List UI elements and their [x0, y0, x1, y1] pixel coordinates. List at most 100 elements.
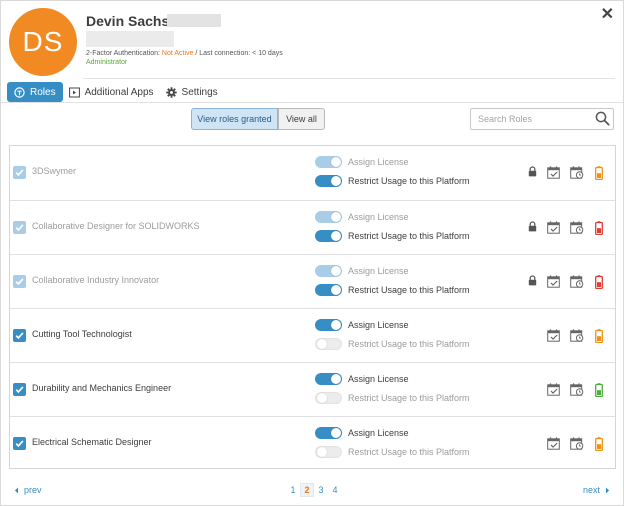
- calendar-check-icon[interactable]: [547, 166, 561, 179]
- page-link-2[interactable]: 2: [300, 483, 314, 497]
- tab-additional-apps[interactable]: Additional Apps: [63, 82, 160, 102]
- checkmark-icon: [15, 168, 24, 177]
- checkmark-icon: [15, 385, 24, 394]
- calendar-clock-icon[interactable]: [570, 275, 584, 288]
- assign-license-toggle: [315, 211, 342, 223]
- assign-license-toggle: [315, 156, 342, 168]
- calendar-clock-icon[interactable]: [570, 437, 584, 450]
- calendar-check-icon[interactable]: [547, 329, 561, 342]
- page-link-1[interactable]: 1: [286, 483, 300, 497]
- role-name: 3DSwymer: [32, 166, 77, 176]
- restrict-usage-row: Restrict Usage to this Platform: [315, 229, 470, 243]
- calendar-check-icon[interactable]: [547, 221, 561, 234]
- user-role: Administrator: [86, 59, 128, 66]
- role-row: Durability and Mechanics Engineer Assign …: [10, 362, 615, 416]
- role-name: Cutting Tool Technologist: [32, 329, 132, 339]
- role-row: 3DSwymer Assign License Restrict Usage to …: [10, 146, 615, 200]
- last-connection: / Last connection: < 10 days: [193, 50, 283, 57]
- checkmark-icon: [15, 331, 24, 340]
- restrict-usage-toggle[interactable]: [315, 230, 342, 242]
- calendar-clock-icon[interactable]: [570, 383, 584, 396]
- lock-icon: [528, 166, 537, 177]
- role-row: Cutting Tool Technologist Assign License R…: [10, 308, 615, 362]
- tabs-divider: [1, 102, 623, 103]
- restrict-usage-label: Restrict Usage to this Platform: [348, 176, 470, 186]
- tab-additional-apps-label: Additional Apps: [84, 86, 154, 98]
- assign-license-row: Assign License: [315, 210, 409, 224]
- avatar: DS: [9, 8, 77, 76]
- search-icon[interactable]: [595, 111, 610, 131]
- assign-license-row: Assign License: [315, 264, 409, 278]
- close-button[interactable]: ✕: [601, 4, 614, 24]
- restrict-usage-toggle[interactable]: [315, 175, 342, 187]
- restrict-usage-row: Restrict Usage to this Platform: [315, 391, 470, 405]
- prev-page-link[interactable]: prev: [14, 485, 42, 495]
- role-checkbox[interactable]: [13, 437, 26, 450]
- restrict-usage-row: Restrict Usage to this Platform: [315, 337, 470, 351]
- tab-roles-label: Roles: [30, 86, 56, 98]
- restrict-usage-toggle[interactable]: [315, 392, 342, 404]
- license-status-icon: [595, 166, 603, 180]
- assign-license-row: Assign License: [315, 155, 409, 169]
- auth-prefix: 2-Factor Authentication:: [86, 50, 162, 57]
- assign-license-label: Assign License: [348, 157, 409, 167]
- restrict-usage-label: Restrict Usage to this Platform: [348, 231, 470, 241]
- header-divider: [83, 78, 615, 79]
- page-link-3[interactable]: 3: [314, 483, 328, 497]
- license-status-icon: [595, 275, 603, 289]
- checkmark-icon: [15, 277, 24, 286]
- prev-page-label: prev: [24, 485, 42, 495]
- restrict-usage-row: Restrict Usage to this Platform: [315, 445, 470, 459]
- view-roles-granted-button[interactable]: View roles granted: [191, 108, 278, 130]
- restrict-usage-toggle[interactable]: [315, 446, 342, 458]
- restrict-usage-label: Restrict Usage to this Platform: [348, 285, 470, 295]
- assign-license-label: Assign License: [348, 266, 409, 276]
- calendar-check-icon[interactable]: [547, 275, 561, 288]
- redacted-surname: [167, 14, 221, 27]
- calendar-check-icon[interactable]: [547, 383, 561, 396]
- assign-license-row: Assign License: [315, 318, 409, 332]
- role-checkbox[interactable]: [13, 383, 26, 396]
- calendar-clock-icon[interactable]: [570, 166, 584, 179]
- checkmark-icon: [15, 439, 24, 448]
- assign-license-label: Assign License: [348, 320, 409, 330]
- role-checkbox[interactable]: [13, 329, 26, 342]
- next-page-label: next: [583, 485, 601, 495]
- calendar-clock-icon[interactable]: [570, 221, 584, 234]
- license-status-icon: [595, 221, 603, 235]
- page-link-4[interactable]: 4: [328, 483, 342, 497]
- user-panel: DS Devin Sachs - 2-Factor Authentication…: [0, 0, 624, 506]
- role-row: Collaborative Designer for SOLIDWORKS Ass…: [10, 200, 615, 254]
- assign-license-toggle[interactable]: [315, 427, 342, 439]
- roles-icon: [14, 86, 25, 98]
- view-all-button[interactable]: View all: [278, 108, 325, 130]
- license-status-icon: [595, 437, 603, 451]
- restrict-usage-label: Restrict Usage to this Platform: [348, 447, 470, 457]
- restrict-usage-toggle[interactable]: [315, 338, 342, 350]
- chevron-left-icon: [14, 487, 19, 494]
- role-name: Collaborative Designer for SOLIDWORKS: [32, 221, 200, 231]
- calendar-check-icon[interactable]: [547, 437, 561, 450]
- next-page-link[interactable]: next: [583, 485, 610, 495]
- calendar-clock-icon[interactable]: [570, 329, 584, 342]
- license-status-icon: [595, 383, 603, 397]
- tab-settings[interactable]: Settings: [160, 82, 224, 102]
- restrict-usage-label: Restrict Usage to this Platform: [348, 339, 470, 349]
- lock-icon: [528, 275, 537, 286]
- auth-status-line: 2-Factor Authentication: Not Active / La…: [86, 50, 283, 57]
- assign-license-toggle[interactable]: [315, 319, 342, 331]
- restrict-usage-label: Restrict Usage to this Platform: [348, 393, 470, 403]
- auth-status: Not Active: [161, 50, 194, 57]
- tab-bar: Roles Additional Apps Settings: [7, 82, 224, 102]
- restrict-usage-toggle[interactable]: [315, 284, 342, 296]
- assign-license-label: Assign License: [348, 428, 409, 438]
- role-name: Collaborative Industry Innovator: [32, 275, 160, 285]
- role-checkbox: [13, 275, 26, 288]
- search-input[interactable]: [470, 108, 614, 130]
- role-row: Collaborative Industry Innovator Assign L…: [10, 254, 615, 308]
- assign-license-toggle[interactable]: [315, 373, 342, 385]
- role-checkbox: [13, 221, 26, 234]
- role-name: Electrical Schematic Designer: [32, 437, 152, 447]
- assign-license-label: Assign License: [348, 374, 409, 384]
- tab-roles[interactable]: Roles: [7, 82, 63, 102]
